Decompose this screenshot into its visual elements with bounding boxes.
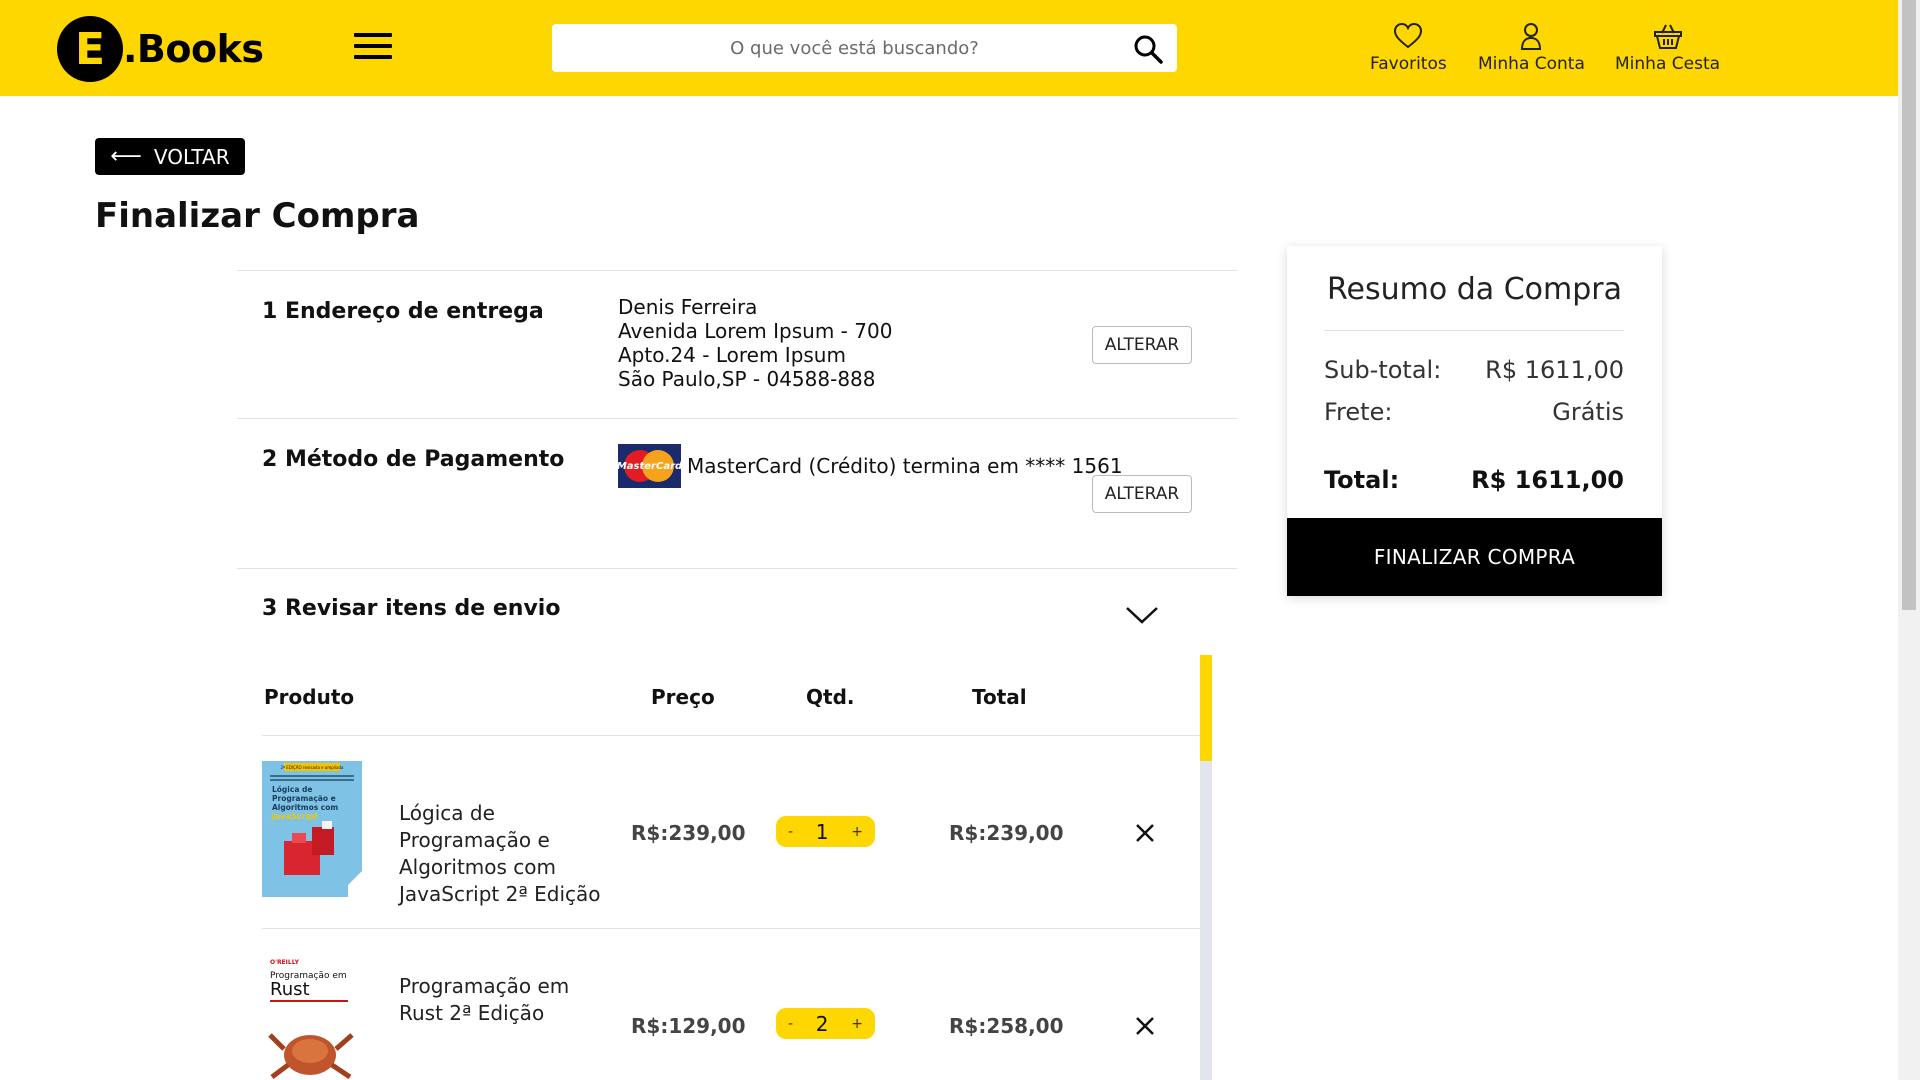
finalize-purchase-button[interactable]: FINALIZAR COMPRA [1287,518,1662,596]
product-price: R$:129,00 [631,1014,746,1038]
address-complement: Apto.24 - Lorem Ipsum [618,343,846,367]
mastercard-icon: MasterCard [616,444,683,488]
search-icon[interactable] [1133,34,1163,64]
search-input[interactable] [552,24,1117,72]
col-product: Produto [264,685,355,709]
increase-qty-button[interactable]: + [851,1016,863,1032]
address-title: 1 Endereço de entrega [262,299,544,324]
logo-text: .Books [123,27,264,71]
shipping-row: Frete: Grátis [1324,398,1624,426]
subtotal-value: R$ 1611,00 [1485,356,1624,384]
card-brand: MasterCard [616,460,683,472]
book2-publisher: O'REILLY [270,959,300,966]
close-icon[interactable] [1133,821,1157,845]
address-name: Denis Ferreira [618,295,758,319]
chevron-down-icon[interactable] [1125,605,1159,625]
logo-mark: E [57,16,123,82]
back-button[interactable]: ⟵ VOLTAR [95,138,245,175]
payment-block: MasterCard MasterCard (Crédito) termina … [616,444,1123,490]
book-cover-rust: O'REILLY Programação em Rust [262,955,362,1080]
favorites-label: Favoritos [1370,54,1447,74]
quantity-value: 2 [815,1011,829,1036]
favorites-link[interactable]: Favoritos [1370,22,1447,74]
payment-description: MasterCard (Crédito) termina em **** 156… [687,454,1123,478]
col-qty: Qtd. [806,685,855,709]
shipping-label: Frete: [1324,398,1393,426]
col-total: Total [972,685,1027,709]
total-label: Total: [1324,466,1400,494]
change-address-button[interactable]: ALTERAR [1092,326,1192,364]
total-value: R$ 1611,00 [1471,466,1624,494]
payment-title: 2 Método de Pagamento [262,447,565,472]
product-total: R$:258,00 [949,1014,1064,1038]
page-title: Finalizar Compra [95,196,420,236]
product-name[interactable]: Programação em Rust 2ª Edição [399,973,619,1027]
address-section: 1 Endereço de entrega Denis Ferreira Ave… [237,270,1237,418]
quantity-stepper: - 1 + [776,816,875,847]
cart-label: Minha Cesta [1615,54,1721,74]
user-icon [1521,23,1542,50]
quantity-stepper: - 2 + [776,1008,875,1039]
back-label: VOLTAR [153,144,230,169]
search-bar [552,24,1177,72]
basket-icon [1653,24,1682,49]
address-street: Avenida Lorem Ipsum - 700 [618,319,893,343]
top-header: E .Books Favoritos Minha Conta Minh [0,0,1898,96]
items-table: Produto Preço Qtd. Total 2ª EDIÇÃO revis… [237,655,1222,1080]
table-scrollbar[interactable] [1200,655,1212,1080]
row-divider [262,735,1200,736]
book2-title-line2: Rust [270,979,310,1000]
logo[interactable]: E .Books [57,15,264,83]
page-scrollbar[interactable] [1898,0,1920,1080]
review-section[interactable]: 3 Revisar itens de envio [237,568,1237,658]
total-row: Total: R$ 1611,00 [1324,466,1624,494]
account-label: Minha Conta [1478,54,1585,74]
decrease-qty-button[interactable]: - [788,1016,793,1032]
product-total: R$:239,00 [949,821,1064,845]
order-summary: Resumo da Compra Sub-total: R$ 1611,00 F… [1287,246,1662,596]
summary-title: Resumo da Compra [1327,272,1622,307]
arrow-left-icon: ⟵ [110,144,142,169]
heart-icon [1394,22,1423,49]
table-scrollbar-thumb[interactable] [1200,655,1212,761]
review-title: 3 Revisar itens de envio [262,596,561,621]
menu-icon[interactable] [354,33,392,61]
book-cover-js: 2ª EDIÇÃO revisada e ampliada Lógica de P… [262,761,362,897]
book1-edition-tag: 2ª EDIÇÃO revisada e ampliada [281,765,344,770]
product-name[interactable]: Lógica de Programação e Algoritmos com J… [399,800,619,908]
col-price: Preço [651,685,715,709]
summary-divider [1324,330,1624,331]
close-icon[interactable] [1133,1014,1157,1038]
address-block: Denis Ferreira Avenida Lorem Ipsum - 700… [618,295,892,391]
quantity-value: 1 [815,819,829,844]
subtotal-label: Sub-total: [1324,356,1442,384]
payment-section: 2 Método de Pagamento MasterCard MasterC… [237,418,1237,568]
account-link[interactable]: Minha Conta [1478,22,1585,74]
book1-subtitle: JavaScript [271,812,318,821]
page-scrollbar-thumb[interactable] [1902,0,1916,610]
shipping-value: Grátis [1552,398,1624,426]
change-payment-button[interactable]: ALTERAR [1092,475,1192,513]
increase-qty-button[interactable]: + [851,824,863,840]
cart-link[interactable]: Minha Cesta [1615,22,1720,74]
row-divider [262,928,1200,929]
subtotal-row: Sub-total: R$ 1611,00 [1324,356,1624,384]
product-price: R$:239,00 [631,821,746,845]
decrease-qty-button[interactable]: - [788,824,793,840]
checkout-sections: 1 Endereço de entrega Denis Ferreira Ave… [237,270,1237,658]
address-city: São Paulo,SP - 04588-888 [618,367,876,391]
